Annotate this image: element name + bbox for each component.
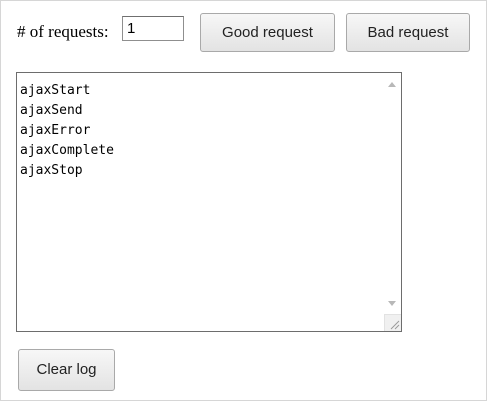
- frame-border-top: [0, 0, 487, 1]
- log-line: ajaxStart: [20, 83, 91, 98]
- log-scrollbar[interactable]: [384, 73, 401, 331]
- requests-count-input[interactable]: [122, 16, 184, 41]
- log-line: ajaxError: [20, 123, 91, 138]
- log-lines: ajaxStart ajaxSend ajaxError ajaxComplet…: [20, 81, 114, 181]
- requests-count-label: # of requests:: [17, 22, 109, 41]
- good-request-button[interactable]: Good request: [200, 13, 335, 52]
- frame-border-left: [0, 0, 1, 401]
- scroll-down-arrow-icon[interactable]: [388, 301, 396, 306]
- log-line: ajaxSend: [20, 103, 83, 118]
- scroll-up-arrow-icon[interactable]: [388, 82, 396, 87]
- resize-grip-icon[interactable]: [384, 314, 401, 331]
- clear-log-button[interactable]: Clear log: [18, 349, 115, 391]
- log-textarea[interactable]: ajaxStart ajaxSend ajaxError ajaxComplet…: [16, 72, 402, 332]
- log-line: ajaxStop: [20, 163, 83, 178]
- log-line: ajaxComplete: [20, 143, 114, 158]
- bad-request-button[interactable]: Bad request: [346, 13, 470, 52]
